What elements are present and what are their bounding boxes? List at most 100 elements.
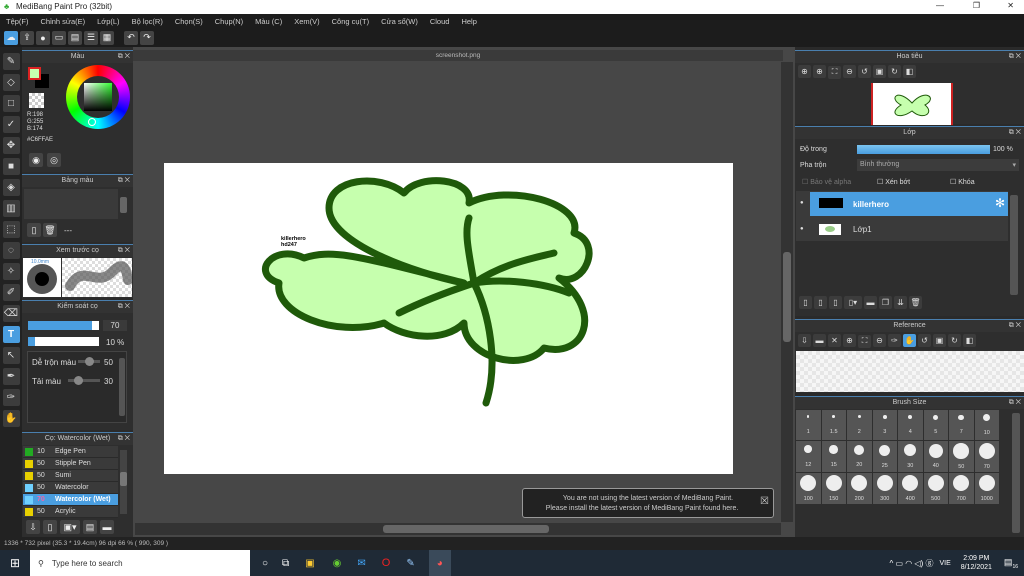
minimize-button[interactable]: — xyxy=(936,1,944,10)
notification-icon[interactable]: ▤16 xyxy=(1004,557,1018,570)
close-icon[interactable]: ⧉ ✕ xyxy=(1009,320,1021,332)
close-icon[interactable]: ⧉ ✕ xyxy=(118,433,130,445)
brush-size-cell[interactable]: 1 xyxy=(796,410,821,440)
trash-icon[interactable]: 🗑 xyxy=(43,223,57,237)
saturation-square[interactable] xyxy=(84,83,112,111)
brush-size-cell[interactable]: 30 xyxy=(898,441,923,472)
brush-size-cell[interactable]: 4 xyxy=(898,410,923,440)
brush-size-cell[interactable]: 7 xyxy=(949,410,974,440)
scrollbar[interactable] xyxy=(120,472,127,486)
brush-size-cell[interactable]: 400 xyxy=(898,473,923,504)
duplicate-layer-icon[interactable]: ❐ xyxy=(879,296,892,309)
close-icon[interactable]: ✕ xyxy=(828,334,841,347)
close-button[interactable]: ✕ xyxy=(1007,1,1014,10)
gradient-icon[interactable]: ▥ xyxy=(2,200,20,217)
menu-layer[interactable]: Lớp(L) xyxy=(97,17,119,26)
add-layer-menu-icon[interactable]: ▯▾ xyxy=(844,296,862,309)
share-icon[interactable]: ⇪ xyxy=(20,30,34,45)
scrollbar[interactable] xyxy=(120,197,127,213)
visibility-icon[interactable]: ● xyxy=(800,226,804,232)
clock[interactable]: 2:09 PM 8/12/2021 xyxy=(961,554,992,572)
hand-icon[interactable]: ✋ xyxy=(903,334,916,347)
eyedropper-icon[interactable]: ✑ xyxy=(2,389,20,406)
brush-size-cell[interactable]: 100 xyxy=(796,473,821,504)
text-tool-icon[interactable]: T xyxy=(2,326,20,343)
menu-window[interactable]: Cửa sổ(W) xyxy=(381,17,418,26)
operation-tool-icon[interactable]: ↖ xyxy=(2,347,20,364)
close-icon[interactable]: ⧉ ✕ xyxy=(1009,51,1021,63)
comment-icon[interactable]: ● xyxy=(36,30,50,45)
close-icon[interactable]: ⧉ ✕ xyxy=(1009,127,1021,139)
visibility-icon[interactable]: ● xyxy=(800,200,804,206)
lasso-icon[interactable]: ◌ xyxy=(2,242,20,259)
menu-color[interactable]: Màu (C) xyxy=(255,17,282,26)
cortana-icon[interactable]: ○ xyxy=(262,558,268,569)
page-icon[interactable]: ▤ xyxy=(68,30,82,45)
medibang-taskbar-icon[interactable]: ◕ xyxy=(428,550,451,576)
layer-opacity-slider[interactable] xyxy=(857,145,990,154)
menu-cloud[interactable]: Cloud xyxy=(430,17,450,26)
menu-file[interactable]: Tệp(F) xyxy=(6,17,29,26)
brush-size-cell[interactable]: 1000 xyxy=(974,473,999,504)
foreground-color-swatch[interactable] xyxy=(28,67,41,80)
horizontal-scrollbar[interactable] xyxy=(135,523,781,535)
brush-size-cell[interactable]: 20 xyxy=(847,441,872,472)
eraser-tool-icon[interactable]: ◇ xyxy=(2,74,20,91)
menu-filter[interactable]: Bộ lọc(R) xyxy=(132,17,163,26)
brush-item[interactable]: 50 Watercolor xyxy=(23,482,118,494)
layer-item[interactable]: Lớp1 xyxy=(810,217,1008,241)
brush-size-cell[interactable]: 150 xyxy=(821,473,846,504)
scrollbar[interactable] xyxy=(1010,195,1018,295)
document-tab[interactable]: screenshot.png xyxy=(133,50,783,61)
reload-slider[interactable] xyxy=(68,376,100,385)
select-pen-tool-icon[interactable]: ✐ xyxy=(2,284,20,301)
zoom-out-icon[interactable]: ⊖ xyxy=(873,334,886,347)
reset-rotation-icon[interactable]: ▣ xyxy=(873,65,886,78)
add-brush-menu-icon[interactable]: ▣▾ xyxy=(60,520,80,534)
fill-rect-icon[interactable]: ■ xyxy=(2,158,20,175)
rotate-right-icon[interactable]: ↻ xyxy=(948,334,961,347)
zoom-fit-icon[interactable]: ⊕ xyxy=(798,65,811,78)
brush-size-cell[interactable]: 25 xyxy=(872,441,897,472)
palette-icon[interactable]: ◉ xyxy=(29,153,43,167)
brush-size-cell[interactable]: 500 xyxy=(923,473,948,504)
windows-start-icon[interactable]: ⊞ xyxy=(0,556,30,570)
navigator-thumbnail[interactable] xyxy=(871,83,953,125)
new-brush-icon[interactable]: ▯ xyxy=(43,520,57,534)
close-icon[interactable]: ⧉ ✕ xyxy=(118,301,130,313)
brush-size-cell[interactable]: 10 xyxy=(974,410,999,440)
fit-icon[interactable]: ⛶ xyxy=(828,65,841,79)
menu-edit[interactable]: Chỉnh sửa(E) xyxy=(41,17,86,26)
blend-slider[interactable] xyxy=(78,357,100,366)
new-8bit-layer-icon[interactable]: ▯ xyxy=(829,296,842,309)
close-icon[interactable]: ☒ xyxy=(760,497,769,507)
menu-help[interactable]: Help xyxy=(461,17,476,26)
zoom-in-icon[interactable]: ⊕ xyxy=(813,65,826,78)
brush-item[interactable]: 70 Watercolor (Wet) xyxy=(23,494,118,506)
mail-icon[interactable]: ✉ xyxy=(357,558,365,569)
folder-icon[interactable]: ▬ xyxy=(864,296,877,309)
brush-size-cell[interactable]: 700 xyxy=(949,473,974,504)
size-value[interactable]: 70 xyxy=(103,320,127,331)
brush-settings-icon[interactable]: ▤ xyxy=(83,520,97,534)
tray-icons[interactable]: ^ ▭ ◠ ◁) ⓖ xyxy=(889,558,933,569)
brush-item[interactable]: 10 Edge Pen xyxy=(23,446,118,458)
gear-icon[interactable]: ✻ xyxy=(995,196,1005,210)
language-indicator[interactable]: VIE xyxy=(939,560,950,567)
paint-app-icon[interactable]: ✎ xyxy=(406,558,414,569)
close-icon[interactable]: ⧉ ✕ xyxy=(118,175,130,187)
brush-size-cell[interactable]: 3 xyxy=(872,410,897,440)
merge-layer-icon[interactable]: ⇊ xyxy=(894,296,907,309)
zoom-in-icon[interactable]: ⊕ xyxy=(843,334,856,347)
canvas-document[interactable]: killerhero hd247 xyxy=(164,163,733,474)
hand-icon[interactable]: ✋ xyxy=(2,410,20,427)
brush-item[interactable]: 50 Stipple Pen xyxy=(23,458,118,470)
cloud-download-icon[interactable]: ⇩ xyxy=(26,520,40,534)
eyedropper-icon[interactable]: ✑ xyxy=(888,334,901,347)
select-eraser-icon[interactable]: ⌫ xyxy=(2,305,20,322)
scrollbar[interactable] xyxy=(119,358,125,416)
flip-icon[interactable]: ◧ xyxy=(963,334,976,347)
rect-select-icon[interactable]: ⬚ xyxy=(2,221,20,238)
panel-icon[interactable]: ☰ xyxy=(84,30,98,45)
close-icon[interactable]: ⧉ ✕ xyxy=(1009,397,1021,409)
